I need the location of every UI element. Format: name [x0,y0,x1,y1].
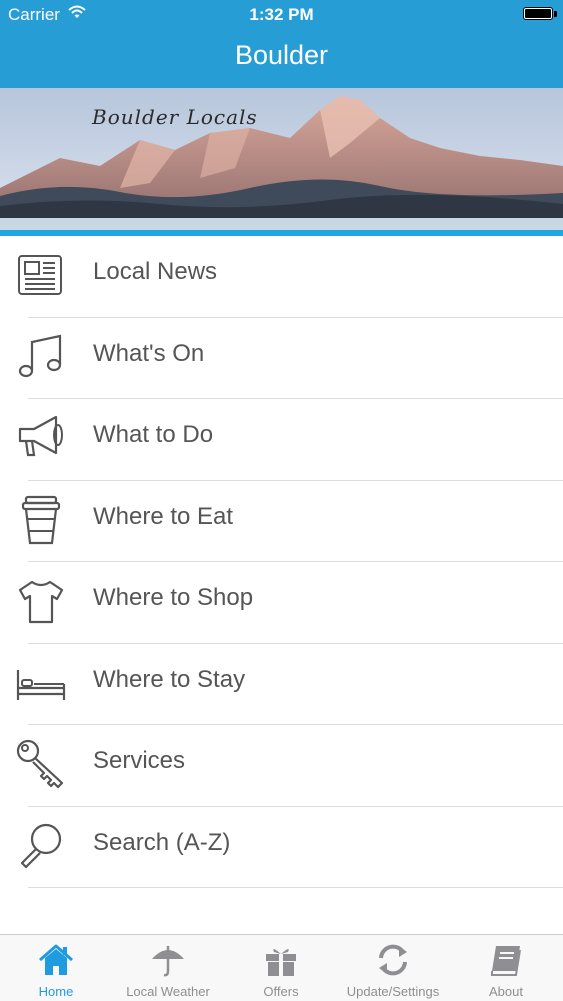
newspaper-icon [18,255,62,295]
gift-icon [266,948,296,976]
menu-item-label: Where to Shop [93,584,254,611]
menu-item-where-to-shop[interactable]: Where to Shop [0,562,563,644]
status-time: 1:32 PM [249,5,314,24]
menu-item-label: Local News [93,258,218,285]
tab-label: About [489,984,523,999]
banner-image: Boulder Locals [0,88,563,230]
magnifier-icon [20,823,62,868]
tab-update-settings[interactable]: Update/Settings [337,935,449,1001]
refresh-icon [379,944,407,976]
menu-item-whats-on[interactable]: What's On [0,318,563,399]
tab-label: Update/Settings [346,984,440,999]
tab-offers[interactable]: Offers [225,935,337,1001]
menu-item-search[interactable]: Search (A-Z) [0,807,563,888]
battery-tip [554,11,557,17]
menu-item-label: Services [93,747,186,774]
menu-item-local-news[interactable]: Local News [0,236,563,318]
music-note-icon [18,334,62,377]
tab-bar: Home Local Weather Offers Update/Setting… [0,934,563,1001]
menu-item-where-to-stay[interactable]: Where to Stay [0,644,563,725]
tab-label: Offers [263,984,299,999]
menu-item-label: What to Do [93,421,214,448]
menu-item-label: What's On [93,339,205,367]
mountain-illustration [0,88,563,230]
tab-local-weather[interactable]: Local Weather [112,935,224,1001]
menu-item-label: Search (A-Z) [93,828,231,856]
main-menu: Local News What's On What to Do Where to… [0,236,563,888]
umbrella-icon [152,946,184,977]
tshirt-icon [18,580,64,624]
tab-home[interactable]: Home [0,935,112,1001]
megaphone-icon [18,415,63,457]
key-icon [16,739,64,789]
menu-item-what-to-do[interactable]: What to Do [0,399,563,481]
banner-title: Boulder Locals [92,105,258,129]
home-icon [39,944,73,975]
coffee-cup-icon [21,495,61,544]
menu-item-services[interactable]: Services [0,725,563,807]
book-icon [491,946,521,976]
tab-about[interactable]: About [450,935,562,1001]
bed-icon [16,669,66,700]
menu-item-label: Where to Eat [93,502,234,530]
battery-icon [523,7,553,20]
page-title: Boulder [234,40,329,70]
navigation-bar: Boulder [0,28,563,88]
tab-label: Local Weather [126,984,210,999]
status-bar: Carrier 1:32 PM [0,0,563,28]
tab-label: Home [38,984,74,999]
menu-item-label: Where to Stay [93,665,246,693]
menu-item-where-to-eat[interactable]: Where to Eat [0,481,563,562]
menu-divider [28,887,563,888]
